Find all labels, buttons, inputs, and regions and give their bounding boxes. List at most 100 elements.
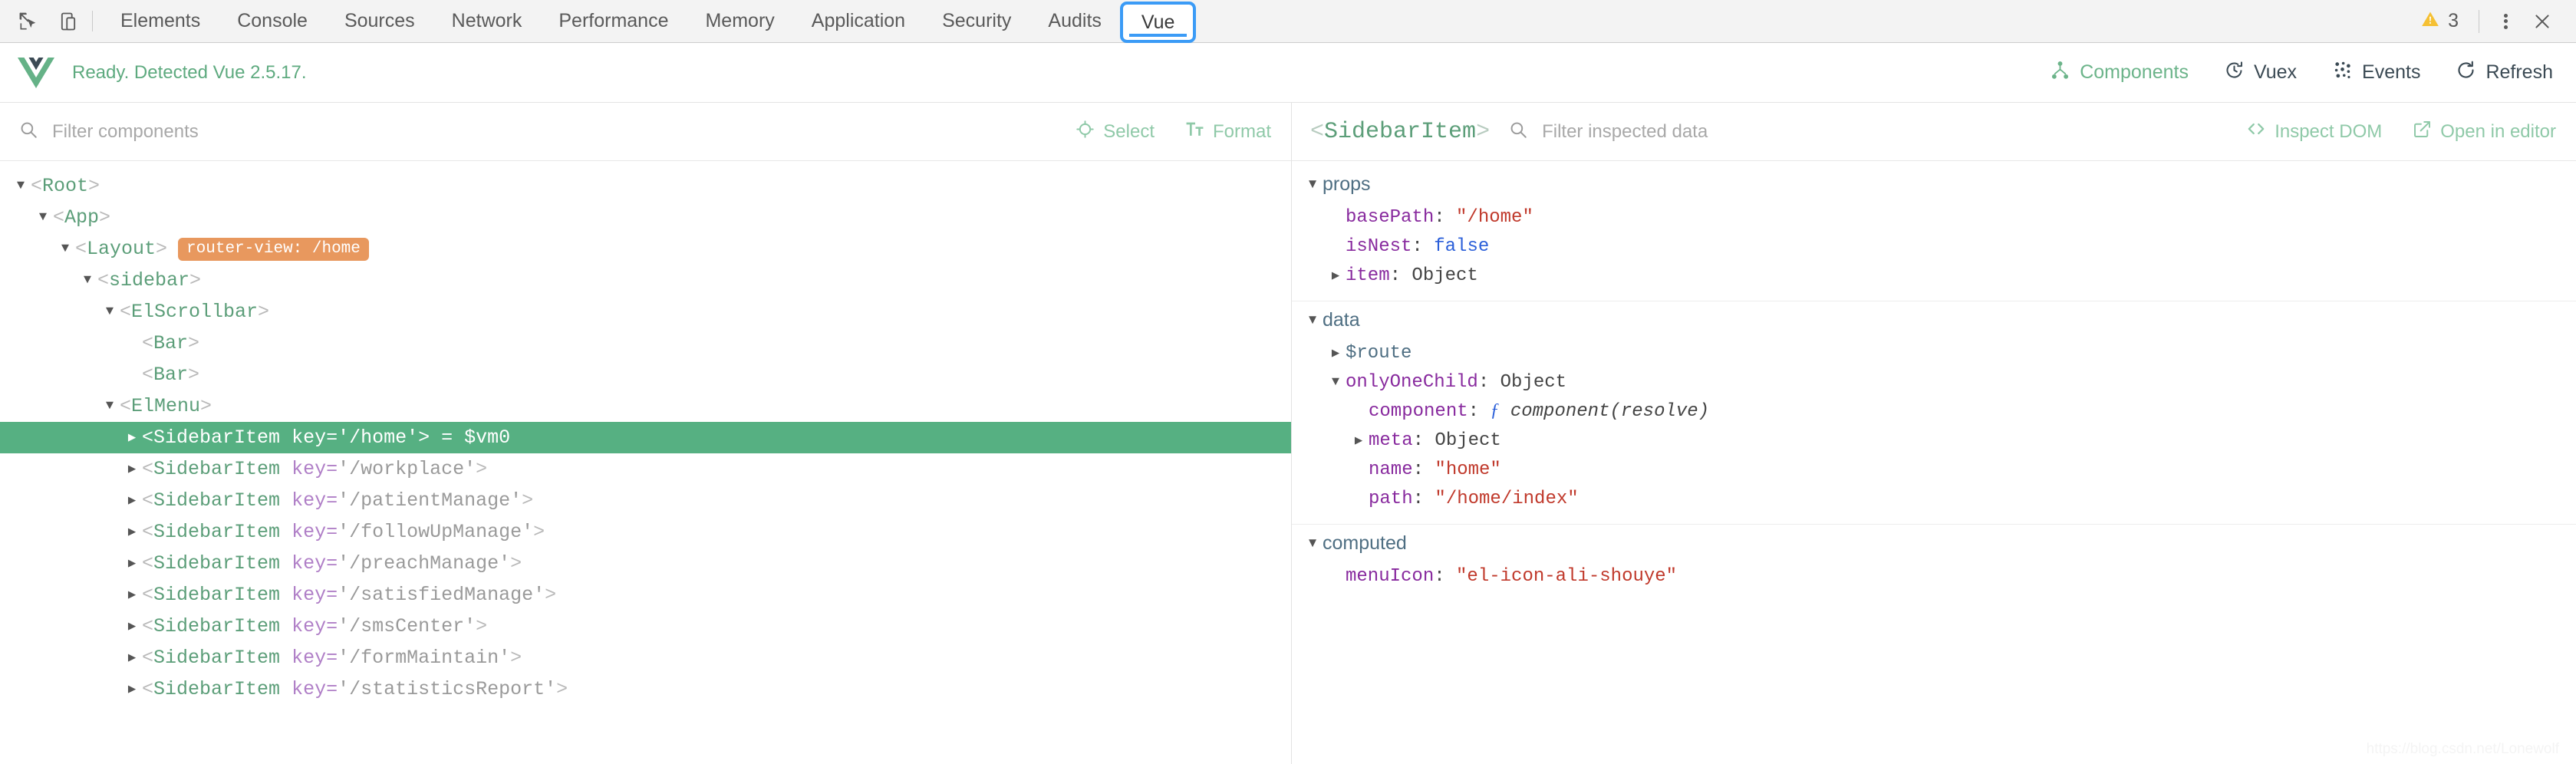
tree-row[interactable]: ▶ <SidebarItem key='/patientManage'> [0, 485, 1291, 516]
tree-node-label: <SidebarItem key='/workplace'> [142, 458, 488, 480]
format-button[interactable]: Format [1185, 120, 1271, 144]
format-label: Format [1212, 120, 1271, 142]
tree-row[interactable]: ▼ <Layout> router-view: /home [0, 233, 1291, 265]
nav-events[interactable]: Events [2331, 55, 2422, 91]
caret-right-icon[interactable]: ▶ [122, 461, 142, 477]
tab-performance[interactable]: Performance [540, 0, 687, 42]
tree-row[interactable]: ▼ <App> [0, 202, 1291, 233]
inspector-value: "el-icon-ali-shouye" [1456, 565, 1678, 587]
inspector-row[interactable]: component: ƒ component(resolve) [1292, 397, 2576, 426]
caret-down-icon[interactable]: ▼ [11, 179, 31, 193]
caret-down-icon[interactable]: ▼ [33, 210, 53, 225]
tab-audits[interactable]: Audits [1029, 0, 1119, 42]
kebab-menu-icon[interactable] [2489, 5, 2522, 38]
tree-row[interactable]: <Bar> [0, 359, 1291, 390]
tree-row[interactable]: ▶ <SidebarItem key='/satisfiedManage'> [0, 579, 1291, 611]
tree-row[interactable]: ▶ <SidebarItem key='/workplace'> [0, 453, 1291, 485]
caret-right-icon[interactable]: ▶ [122, 430, 142, 446]
nav-refresh[interactable]: Refresh [2454, 55, 2555, 91]
inspector-row[interactable]: ▶ item: Object [1292, 261, 2576, 290]
tab-elements[interactable]: Elements [102, 0, 219, 42]
tab-application[interactable]: Application [793, 0, 924, 42]
tree-row[interactable]: ▶ <SidebarItem key='/preachManage'> [0, 548, 1291, 579]
caret-down-icon[interactable]: ▼ [1303, 312, 1323, 328]
tree-row[interactable]: ▼ <Root> [0, 170, 1291, 202]
inspector-value: "/home" [1456, 206, 1533, 228]
select-button[interactable]: Select [1076, 120, 1155, 144]
tree-node-label: <Bar> [142, 364, 200, 386]
nav-vuex[interactable]: Vuex [2222, 55, 2298, 91]
open-in-editor-label: Open in editor [2440, 120, 2556, 142]
caret-down-icon[interactable]: ▼ [55, 242, 75, 256]
inspector-row[interactable]: ▶ $route [1292, 338, 2576, 367]
inspector-pane: <SidebarItem> Filter inspected data Insp… [1292, 103, 2576, 764]
caret-down-icon[interactable]: ▼ [77, 273, 97, 288]
tree-node-label: <Layout> [75, 238, 168, 260]
inspect-dom-button[interactable]: Inspect DOM [2246, 119, 2382, 144]
caret-right-icon[interactable]: ▶ [122, 555, 142, 571]
nav-components[interactable]: Components [2041, 55, 2198, 107]
inspector-row[interactable]: basePath: "/home" [1292, 203, 2576, 232]
caret-down-icon[interactable]: ▼ [100, 399, 120, 413]
filter-inspected-data-input[interactable] [1540, 120, 2247, 143]
inspector-section-title[interactable]: ▼ props [1292, 166, 2576, 203]
tree-row[interactable]: ▼ <ElScrollbar> [0, 296, 1291, 328]
caret-down-icon[interactable]: ▼ [1303, 176, 1323, 192]
caret-right-icon[interactable]: ▶ [122, 524, 142, 540]
tree-row[interactable]: ▶ <SidebarItem key='/home'> = $vm0 [0, 422, 1291, 453]
tab-vue[interactable]: Vue [1119, 2, 1197, 43]
caret-down-icon[interactable]: ▼ [1303, 535, 1323, 551]
tab-security[interactable]: Security [924, 0, 1029, 42]
inspector-section: ▼ props basePath: "/home" isNest: false ▶ ite… [1292, 166, 2576, 301]
search-icon [1508, 120, 1528, 143]
warning-indicator[interactable]: 3 [2410, 9, 2469, 33]
caret-down-icon[interactable]: ▼ [1326, 375, 1346, 390]
device-toolbar-icon[interactable] [54, 7, 83, 36]
inspector-row[interactable]: isNest: false [1292, 232, 2576, 261]
tree-row[interactable]: ▼ <ElMenu> [0, 390, 1291, 422]
caret-right-icon[interactable]: ▶ [1326, 345, 1346, 361]
caret-right-icon[interactable]: ▶ [1326, 268, 1346, 284]
events-dots-icon [2332, 60, 2353, 86]
caret-down-icon[interactable]: ▼ [100, 305, 120, 319]
inspector-row[interactable]: ▶ meta: Object [1292, 426, 2576, 455]
caret-right-icon[interactable]: ▶ [122, 587, 142, 603]
component-tree[interactable]: ▼ <Root> ▼ <App> ▼ <Layout> router-view: /home… [0, 161, 1291, 764]
caret-right-icon[interactable]: ▶ [122, 650, 142, 666]
filter-components-input[interactable] [51, 120, 1076, 143]
tab-memory[interactable]: Memory [687, 0, 792, 42]
tab-sources[interactable]: Sources [326, 0, 433, 42]
caret-right-icon[interactable]: ▶ [1349, 433, 1369, 449]
tree-row[interactable]: ▶ <SidebarItem key='/smsCenter'> [0, 611, 1291, 642]
tree-row[interactable]: ▶ <SidebarItem key='/formMaintain'> [0, 642, 1291, 673]
inspector-key: onlyOneChild [1346, 371, 1478, 393]
caret-right-icon[interactable]: ▶ [122, 681, 142, 697]
inspector-section-title[interactable]: ▼ computed [1292, 525, 2576, 561]
tree-row[interactable]: ▶ <SidebarItem key='/statisticsReport'> [0, 673, 1291, 705]
vue-nav: Components Vuex Events Refresh [2041, 55, 2555, 107]
tab-network[interactable]: Network [433, 0, 541, 42]
inspector-row[interactable]: name: "home" [1292, 455, 2576, 484]
inspector-section-title[interactable]: ▼ data [1292, 301, 2576, 338]
tree-row[interactable]: <Bar> [0, 328, 1291, 359]
inspector-row[interactable]: path: "/home/index" [1292, 484, 2576, 513]
devtools-tool-icons [0, 0, 87, 42]
caret-right-icon[interactable]: ▶ [122, 618, 142, 634]
router-view-badge: router-view: /home [178, 237, 369, 261]
inspector-row[interactable]: menuIcon: "el-icon-ali-shouye" [1292, 561, 2576, 591]
tree-row[interactable]: ▶ <SidebarItem key='/followUpManage'> [0, 516, 1291, 548]
tree-row[interactable]: ▼ <sidebar> [0, 265, 1291, 296]
open-in-editor-button[interactable]: Open in editor [2413, 120, 2556, 144]
inspect-element-icon[interactable] [14, 7, 43, 36]
vue-logo-icon [17, 56, 55, 90]
filter-components-wrap [18, 120, 1076, 143]
tree-node-label: <ElScrollbar> [120, 301, 270, 323]
inspector-key-value: name: "home" [1369, 459, 1501, 480]
inspector-row[interactable]: ▼ onlyOneChild: Object [1292, 367, 2576, 397]
inspector-content: ▼ props basePath: "/home" isNest: false ▶ ite… [1292, 161, 2576, 764]
close-icon[interactable] [2525, 5, 2559, 38]
code-brackets-icon [2246, 119, 2266, 144]
caret-right-icon[interactable]: ▶ [122, 492, 142, 509]
inspector-key: meta [1369, 430, 1413, 451]
tab-console[interactable]: Console [219, 0, 326, 42]
